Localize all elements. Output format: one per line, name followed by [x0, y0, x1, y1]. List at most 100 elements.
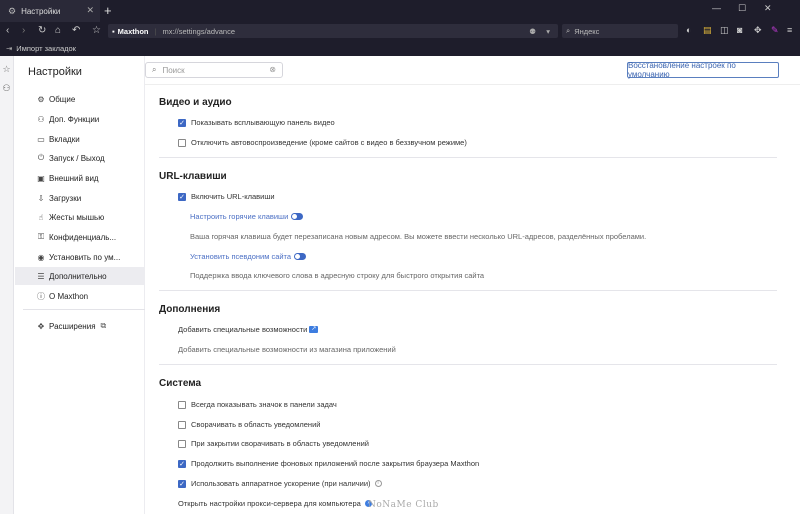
minimize-icon[interactable]: —: [712, 3, 721, 13]
close-window-icon[interactable]: ✕: [764, 3, 772, 14]
gear-icon: ⚙: [8, 5, 17, 16]
forward-icon[interactable]: ›: [22, 24, 25, 38]
tab-strip: ⚙ Настройки ✕ + — ☐ ✕: [0, 0, 800, 22]
brand-label: Maxthon: [117, 26, 149, 36]
notes-icon[interactable]: ▤: [703, 25, 712, 36]
settings-search-input[interactable]: ⌕ Поиск ⊗: [145, 62, 283, 78]
maxthon-pass-icon[interactable]: ✎: [771, 25, 779, 36]
section-title-system: Система: [159, 378, 202, 389]
checkbox-unchecked[interactable]: [178, 138, 186, 147]
lock-icon: ⚿: [37, 232, 45, 241]
appearance-icon: ▣: [37, 173, 45, 183]
bookmark-import[interactable]: Импорт закладок: [16, 44, 76, 53]
new-tab-button[interactable]: +: [104, 3, 112, 18]
undo-close-icon[interactable]: ↶: [72, 24, 80, 38]
night-mode-icon[interactable]: ◐: [686, 25, 691, 35]
sidebar-item-default-browser[interactable]: ◉ Установить по ум...: [15, 248, 145, 266]
search-icon: ⌕: [152, 65, 157, 74]
option-tray-icon[interactable]: Всегда показывать значок в панели задач: [178, 400, 337, 409]
info-icon[interactable]: i: [374, 480, 382, 487]
home-icon[interactable]: ⌂: [55, 24, 61, 38]
sidebar-divider: [23, 309, 145, 310]
option-hardware-acceleration[interactable]: ✓ Использовать аппаратное ускорение (при …: [178, 479, 382, 488]
address-bar[interactable]: ▪ Maxthon | mx://settings/advance ⚉ ▾: [108, 24, 558, 38]
menu-icon[interactable]: ≡: [787, 25, 792, 35]
tab-settings[interactable]: ⚙ Настройки ✕: [0, 0, 100, 22]
search-icon: ⌕: [566, 26, 571, 35]
checkbox-unchecked[interactable]: [178, 400, 186, 409]
page-title: Настройки: [28, 66, 82, 78]
option-disable-autoplay[interactable]: Отключить автовоспроизведение (кроме сай…: [178, 138, 467, 147]
maxthon-logo-icon: ▪: [112, 26, 115, 36]
checkbox-checked[interactable]: ✓: [178, 459, 186, 468]
sidebar-item-extensions[interactable]: ✥ Расширения ⧉: [15, 317, 145, 335]
favorite-star-icon[interactable]: ☆: [92, 24, 101, 38]
sidebar-item-about[interactable]: ⓘ О Maxthon: [15, 287, 145, 305]
clear-icon[interactable]: ⊗: [269, 65, 276, 74]
option-enable-url-keys[interactable]: ✓ Включить URL-клавиши: [178, 192, 275, 201]
checkbox-unchecked[interactable]: [178, 439, 186, 448]
bookmarks-bar: ⇥ Импорт закладок: [0, 40, 800, 56]
import-icon: ⇥: [6, 43, 13, 53]
apps-icon[interactable]: ⚇: [0, 83, 13, 94]
sidebar-item-privacy[interactable]: ⚿ Конфиденциаль...: [15, 228, 145, 246]
close-icon[interactable]: ✕: [86, 5, 94, 16]
extension-icon[interactable]: ✥: [754, 25, 762, 36]
side-strip: ☆ ⚇: [0, 56, 14, 514]
settings-sidebar: Настройки ⚙ Общие ⚇ Доп. Функции ▭ Вкладки …: [15, 56, 145, 514]
reset-defaults-button[interactable]: Восстановление настроек по умолчанию: [627, 61, 779, 79]
url-text: mx://settings/advance: [162, 26, 236, 36]
search-engine-label: Яндекс: [574, 26, 600, 36]
addons-description: Добавить специальные возможности из мага…: [178, 345, 396, 354]
option-proxy-settings[interactable]: Открыть настройки прокси-сервера для ком…: [178, 499, 372, 508]
dropdown-icon[interactable]: ▾: [546, 27, 550, 36]
plugin-icon: ⚇: [37, 114, 45, 124]
tabs-icon: ▭: [37, 134, 45, 144]
tool-icon[interactable]: ◫: [720, 25, 729, 36]
alias-description: Поддержка ввода ключевого слова в адресн…: [190, 271, 485, 280]
sidebar-item-general[interactable]: ⚙ Общие: [15, 90, 145, 108]
option-add-features[interactable]: Добавить специальные возможности ↗: [178, 325, 319, 334]
link-hotkeys[interactable]: Настроить горячие клавиши: [190, 212, 304, 221]
option-close-to-tray[interactable]: При закрытии сворачивать в область уведо…: [178, 439, 369, 448]
favorites-icon[interactable]: ☆: [0, 64, 13, 75]
sidebar-item-appearance[interactable]: ▣ Внешний вид: [15, 169, 145, 187]
power-icon: ⏻: [37, 153, 45, 162]
back-icon[interactable]: ‹: [6, 24, 9, 38]
maximize-icon[interactable]: ☐: [738, 3, 746, 14]
toggle-switch[interactable]: [291, 213, 304, 220]
sidebar-item-features[interactable]: ⚇ Доп. Функции: [15, 110, 145, 128]
section-title-video: Видео и аудио: [159, 97, 232, 108]
checkbox-unchecked[interactable]: [178, 420, 186, 429]
checkbox-checked[interactable]: ✓: [178, 192, 186, 201]
link-site-alias[interactable]: Установить псевдоним сайта: [190, 252, 307, 261]
sidebar-item-tabs[interactable]: ▭ Вкладки: [15, 130, 145, 148]
external-link-icon: ⧉: [100, 321, 107, 330]
toggle-switch[interactable]: [294, 253, 307, 260]
search-engine-box[interactable]: ⌕ Яндекс: [562, 24, 678, 38]
gesture-icon: ☝: [38, 212, 44, 222]
sidebar-item-downloads[interactable]: ⇩ Загрузки: [15, 189, 145, 207]
open-store-icon[interactable]: ↗: [309, 326, 319, 333]
menu-icon: ☰: [37, 271, 45, 281]
browser-icon: ◉: [37, 252, 45, 262]
option-minimize-to-tray[interactable]: Сворачивать в область уведомлений: [178, 420, 320, 429]
reload-icon[interactable]: ↻: [38, 24, 46, 38]
reader-icon[interactable]: ⚉: [529, 27, 536, 36]
info-icon: ⓘ: [37, 291, 45, 301]
section-title-addons: Дополнения: [159, 304, 221, 315]
option-background-apps[interactable]: ✓ Продолжить выполнение фоновых приложени…: [178, 459, 479, 468]
option-video-panel[interactable]: ✓ Показывать всплывающую панель видео: [178, 118, 335, 127]
screenshot-icon[interactable]: ◙: [737, 25, 742, 35]
watermark: NoNaMe Club: [368, 500, 439, 510]
sidebar-item-advanced[interactable]: ☰ Дополнительно: [15, 267, 145, 285]
gear-icon: ⚙: [37, 94, 45, 104]
checkbox-checked[interactable]: ✓: [178, 479, 186, 488]
tab-title: Настройки: [21, 6, 61, 16]
puzzle-icon: ✥: [37, 321, 45, 331]
sidebar-item-startup[interactable]: ⏻ Запуск / Выход: [15, 149, 145, 167]
download-icon: ⇩: [37, 193, 45, 203]
hotkeys-description: Ваша горячая клавиша будет перезаписана …: [190, 232, 647, 241]
sidebar-item-gestures[interactable]: ☝ Жесты мышью: [15, 208, 145, 226]
checkbox-checked[interactable]: ✓: [178, 118, 186, 127]
